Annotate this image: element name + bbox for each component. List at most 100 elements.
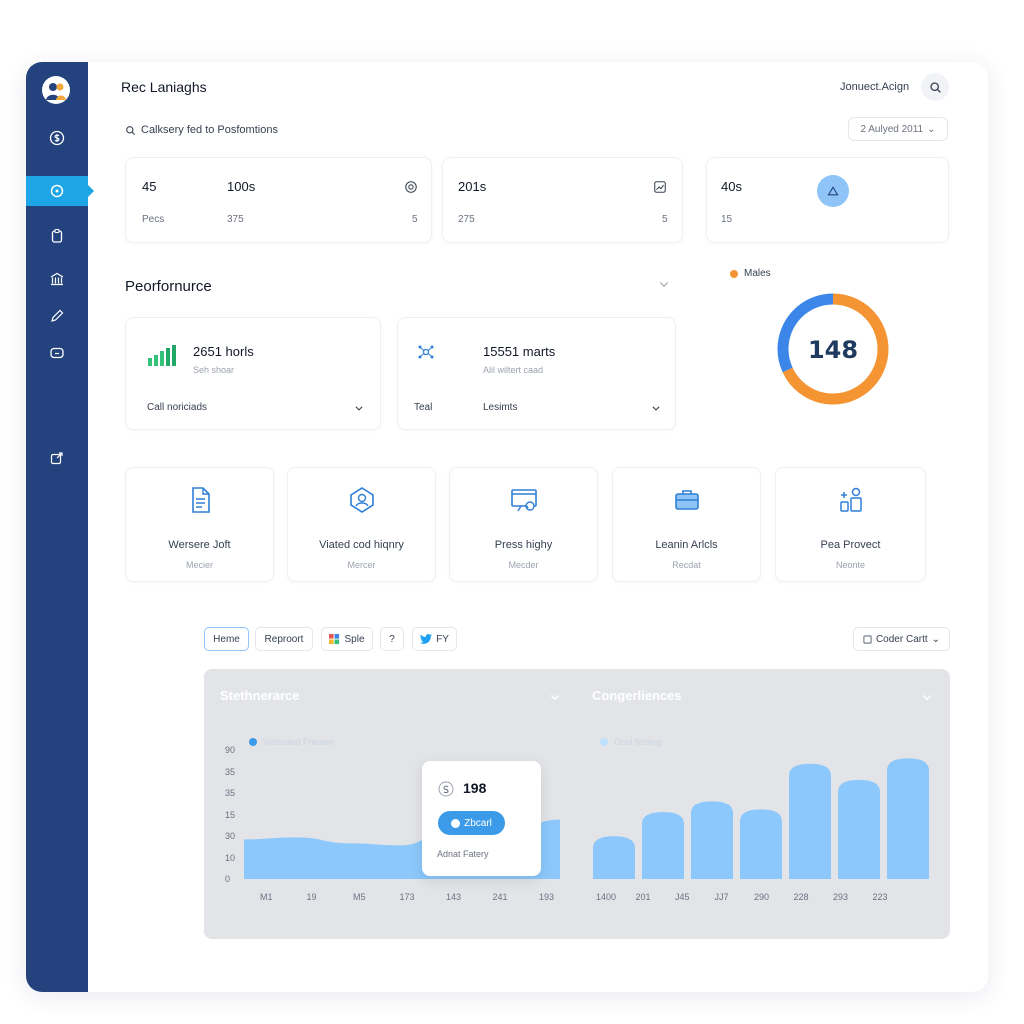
- sidebar: [26, 62, 94, 992]
- x-tick-label: 201: [635, 892, 651, 902]
- stat-label: Pecs: [142, 214, 165, 225]
- code-select[interactable]: Coder Cartt ⌄: [853, 627, 950, 651]
- chart-title: Stethnerarce: [220, 688, 300, 703]
- stat-label: 15: [721, 214, 733, 225]
- y-tick-label: 10: [225, 852, 236, 863]
- tab-twitter[interactable]: FY: [412, 627, 457, 651]
- metric-card[interactable]: 2651 horls Seh shoar Call noriciads: [125, 317, 381, 430]
- legend-dot: [249, 738, 257, 746]
- feature-tile[interactable]: Leanin Arlcls Recdat: [612, 467, 761, 582]
- feature-tile[interactable]: Viated cod hiqnry Mercer: [287, 467, 436, 582]
- x-tick-label: 241: [492, 892, 508, 902]
- donut-value: 148: [807, 336, 859, 364]
- tile-title: Viated cod hiqnry: [319, 539, 404, 551]
- tile-sub: Recdat: [672, 560, 701, 570]
- stat-count: 5: [662, 214, 668, 225]
- legend-dot: [730, 269, 738, 278]
- search-text: Calksery fed to Posfomtions: [141, 124, 278, 136]
- bank-icon: [50, 272, 64, 286]
- sidebar-item-finance[interactable]: [26, 123, 88, 153]
- main-content: Rec Laniaghs Jonuect.Acign Calksery fed …: [88, 62, 988, 992]
- tile-title: Leanin Arlcls: [655, 539, 718, 551]
- twitter-icon: [420, 634, 433, 644]
- tab-label: FY: [436, 633, 449, 645]
- stat-label: 275: [458, 214, 475, 225]
- feature-tile[interactable]: Pea Provect Neonte: [775, 467, 926, 582]
- circle-icon: [451, 818, 461, 828]
- bar: [789, 763, 831, 879]
- sidebar-item-dashboard[interactable]: [26, 176, 94, 206]
- legend-label: Males: [744, 268, 771, 279]
- x-tick-label: 223: [872, 892, 888, 902]
- metric-sub: Seh shoar: [193, 365, 235, 375]
- sidebar-item-monitor[interactable]: [26, 338, 88, 368]
- section-title: Peorfornurce: [125, 278, 212, 295]
- search-button[interactable]: [921, 73, 949, 101]
- chevron-down-icon[interactable]: [658, 278, 670, 290]
- tab-home[interactable]: Heme: [204, 627, 249, 651]
- clipboard-icon: [51, 228, 63, 243]
- x-tick-label: 193: [539, 892, 555, 902]
- tile-title: Wersere Joft: [168, 539, 231, 551]
- triangle-icon: [817, 175, 849, 207]
- search-bar[interactable]: Calksery fed to Posfomtions: [125, 124, 278, 136]
- tab-label: Reproort: [264, 633, 304, 645]
- tab-label: Sple: [344, 633, 365, 645]
- date-select[interactable]: 2 Aulyed 2011 ⌄: [848, 117, 948, 141]
- dollar-icon: [49, 130, 65, 146]
- page-title: Rec Laniaghs: [121, 79, 207, 95]
- document-icon: [191, 487, 210, 513]
- sidebar-item-share[interactable]: [26, 443, 88, 473]
- square-icon: [863, 634, 872, 644]
- stat-value: 45: [142, 179, 157, 194]
- tab-help[interactable]: ?: [380, 627, 404, 651]
- metric-footer: Call noriciads: [147, 402, 208, 413]
- x-tick-label: 19: [306, 892, 317, 902]
- chart-tooltip: 198 Zbcarl Adnat Fatery: [422, 761, 541, 876]
- user-link[interactable]: Jonuect.Acign: [840, 81, 909, 93]
- x-tick-label: 1400: [596, 892, 617, 902]
- metric-value: 15551 marts: [483, 344, 556, 359]
- bar: [740, 809, 782, 879]
- tab-report[interactable]: Reproort: [255, 627, 313, 651]
- apps-icon: [329, 633, 340, 644]
- search-icon: [929, 81, 941, 93]
- metric-card[interactable]: 15551 marts Alil wiltert caad Teal Lesim…: [397, 317, 676, 430]
- tile-sub: Mecder: [508, 560, 539, 570]
- stat-card[interactable]: 45 100s Pecs 375 5: [125, 157, 432, 243]
- y-tick-label: 15: [225, 809, 236, 820]
- feature-tile[interactable]: Wersere Joft Mecier: [125, 467, 274, 582]
- x-tick-label: J45: [675, 892, 690, 902]
- stat-label-secondary: 375: [227, 214, 244, 225]
- chart-legend: Vistoated Fremen: [249, 737, 334, 747]
- sidebar-item-clipboard[interactable]: [26, 221, 88, 251]
- chevron-down-icon[interactable]: [921, 691, 933, 703]
- stat-card[interactable]: 201s 275 5: [442, 157, 683, 243]
- tooltip-value: 198: [463, 780, 487, 796]
- tab-label: ?: [389, 633, 395, 645]
- bar: [838, 779, 880, 879]
- tooltip-button[interactable]: Zbcarl: [438, 811, 505, 835]
- sidebar-item-bank[interactable]: [26, 264, 88, 294]
- people-icon: [839, 487, 862, 512]
- charts-panel: Stethnerarce Congerliences Vistoated Fre…: [204, 669, 950, 939]
- monitor-icon: [50, 347, 64, 359]
- tile-sub: Neonte: [835, 560, 866, 570]
- app-window: Rec Laniaghs Jonuect.Acign Calksery fed …: [26, 62, 988, 992]
- chevron-down-icon[interactable]: [651, 403, 661, 413]
- tab-apps[interactable]: Sple: [321, 627, 373, 651]
- chevron-down-icon[interactable]: [354, 403, 364, 413]
- stat-count: 5: [412, 214, 418, 225]
- badge-icon: [405, 181, 417, 193]
- sidebar-item-edit[interactable]: [26, 301, 88, 331]
- stat-value: 40s: [721, 179, 742, 194]
- chart-title: Congerliences: [592, 688, 682, 703]
- y-tick-label: 30: [225, 831, 236, 841]
- avatar[interactable]: [42, 76, 70, 104]
- chevron-down-icon[interactable]: [549, 691, 561, 703]
- feature-tile[interactable]: Press highy Mecder: [449, 467, 598, 582]
- image-icon: [654, 181, 666, 193]
- stat-value-secondary: 100s: [227, 179, 256, 194]
- stat-card[interactable]: 40s 15: [706, 157, 949, 243]
- metric-value: 2651 horls: [193, 344, 254, 359]
